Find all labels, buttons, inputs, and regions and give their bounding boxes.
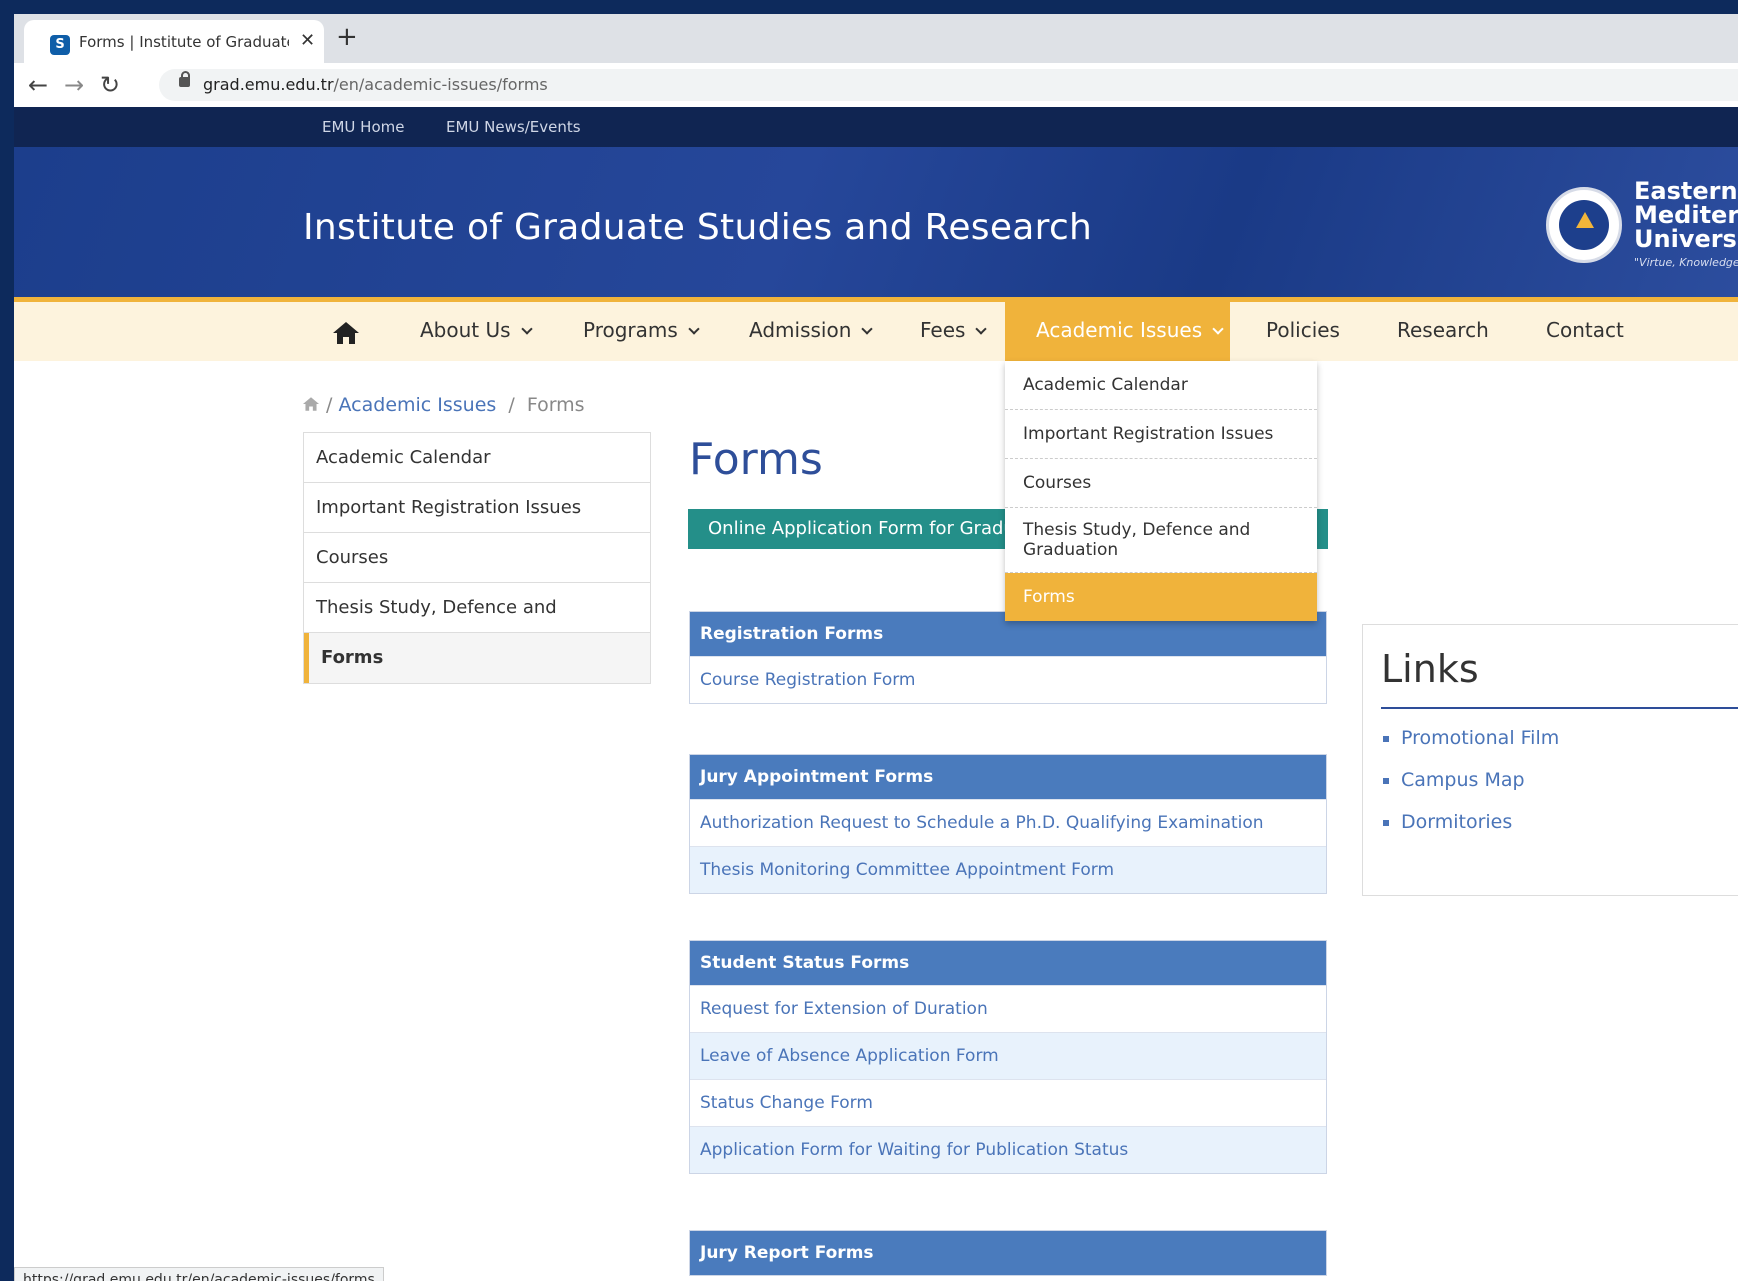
browser-window: S Forms | Institute of Graduate Stu ✕ + … bbox=[14, 14, 1738, 1281]
form-link[interactable]: Course Registration Form bbox=[690, 656, 1326, 703]
tab-strip: S Forms | Institute of Graduate Stu ✕ + bbox=[14, 14, 1738, 63]
emu-home-link[interactable]: EMU Home bbox=[322, 118, 404, 136]
site-banner: Institute of Graduate Studies and Resear… bbox=[14, 147, 1738, 297]
nav-about-us[interactable]: About Us bbox=[420, 302, 533, 361]
address-url[interactable]: grad.emu.edu.tr/en/academic-issues/forms bbox=[203, 75, 548, 94]
nav-fees[interactable]: Fees bbox=[920, 302, 988, 361]
breadcrumb-separator: / bbox=[508, 394, 515, 416]
dropdown-item-registration-issues[interactable]: Important Registration Issues bbox=[1005, 410, 1317, 459]
table-header: Jury Appointment Forms bbox=[690, 755, 1326, 799]
page-title: Forms bbox=[689, 434, 823, 485]
form-link[interactable]: Application Form for Waiting for Publica… bbox=[690, 1126, 1326, 1173]
url-path: /en/academic-issues/forms bbox=[333, 75, 548, 94]
nav-policies-label: Policies bbox=[1266, 318, 1340, 342]
site-title[interactable]: Institute of Graduate Studies and Resear… bbox=[303, 207, 1092, 248]
side-menu-item-courses[interactable]: Courses bbox=[304, 533, 650, 583]
nav-fees-label: Fees bbox=[920, 318, 966, 342]
chevron-down-icon bbox=[975, 323, 988, 335]
chevron-down-icon bbox=[1212, 323, 1224, 335]
nav-research-label: Research bbox=[1397, 318, 1489, 342]
nav-admission[interactable]: Admission bbox=[749, 302, 874, 361]
nav-policies[interactable]: Policies bbox=[1266, 302, 1340, 361]
breadcrumb-current: Forms bbox=[526, 394, 585, 416]
new-tab-button[interactable]: + bbox=[336, 22, 358, 52]
main-navigation: About Us Programs Admission Fees Academi… bbox=[14, 297, 1738, 361]
emu-news-link[interactable]: EMU News/Events bbox=[446, 118, 581, 136]
dropdown-item-thesis[interactable]: Thesis Study, Defence and Graduation bbox=[1005, 508, 1317, 573]
browser-toolbar: ← → ↻ grad.emu.edu.tr/en/academic-issues… bbox=[14, 63, 1738, 108]
registration-forms-table: Registration Forms Course Registration F… bbox=[689, 611, 1327, 704]
breadcrumb: / Academic Issues / Forms bbox=[302, 394, 585, 416]
student-status-forms-table: Student Status Forms Request for Extensi… bbox=[689, 940, 1327, 1174]
table-header: Jury Report Forms bbox=[690, 1231, 1326, 1275]
dropdown-item-academic-calendar[interactable]: Academic Calendar bbox=[1005, 361, 1317, 410]
links-list: Promotional Film Campus Map Dormitories bbox=[1383, 727, 1559, 853]
back-arrow-icon[interactable]: ← bbox=[28, 71, 48, 99]
jury-report-forms-table: Jury Report Forms bbox=[689, 1230, 1327, 1276]
link-campus-map[interactable]: Campus Map bbox=[1401, 769, 1559, 791]
nav-admission-label: Admission bbox=[749, 318, 852, 342]
nav-about-us-label: About Us bbox=[420, 318, 511, 342]
form-link[interactable]: Thesis Monitoring Committee Appointment … bbox=[690, 846, 1326, 893]
academic-issues-dropdown: Academic Calendar Important Registration… bbox=[1005, 361, 1317, 621]
nav-contact[interactable]: Contact bbox=[1546, 302, 1624, 361]
lock-icon bbox=[179, 71, 190, 87]
dropdown-item-courses[interactable]: Courses bbox=[1005, 459, 1317, 508]
address-bar[interactable]: grad.emu.edu.tr/en/academic-issues/forms bbox=[159, 69, 1738, 101]
nav-academic-issues-label: Academic Issues bbox=[1036, 318, 1203, 342]
side-menu-item-thesis[interactable]: Thesis Study, Defence and Graduation bbox=[304, 583, 650, 668]
logo-line1: Eastern bbox=[1634, 177, 1738, 205]
top-utility-nav: EMU Home EMU News/Events bbox=[14, 107, 1738, 147]
links-divider bbox=[1381, 707, 1738, 709]
side-menu: Academic Calendar Important Registration… bbox=[303, 432, 651, 684]
sharepoint-favicon-icon: S bbox=[50, 35, 70, 55]
forward-arrow-icon[interactable]: → bbox=[64, 71, 84, 99]
links-title: Links bbox=[1381, 647, 1479, 691]
nav-contact-label: Contact bbox=[1546, 318, 1624, 342]
home-icon[interactable] bbox=[332, 320, 360, 346]
breadcrumb-home-icon[interactable] bbox=[302, 396, 320, 412]
tab-title: Forms | Institute of Graduate Stu bbox=[79, 33, 289, 51]
side-menu-item-forms[interactable]: Forms bbox=[304, 633, 650, 683]
links-panel: Links Promotional Film Campus Map Dormit… bbox=[1362, 624, 1738, 896]
url-domain: grad.emu.edu.tr bbox=[203, 75, 334, 94]
logo-line3: Universit bbox=[1634, 225, 1738, 253]
link-dormitories[interactable]: Dormitories bbox=[1401, 811, 1559, 833]
breadcrumb-separator: / bbox=[326, 394, 333, 416]
seal-inner bbox=[1559, 200, 1609, 250]
table-header: Student Status Forms bbox=[690, 941, 1326, 985]
jury-appointment-forms-table: Jury Appointment Forms Authorization Req… bbox=[689, 754, 1327, 894]
form-link[interactable]: Status Change Form bbox=[690, 1079, 1326, 1126]
dropdown-item-forms[interactable]: Forms bbox=[1005, 573, 1317, 621]
nav-programs[interactable]: Programs bbox=[583, 302, 700, 361]
seal-triangle bbox=[1576, 212, 1594, 228]
chevron-down-icon bbox=[688, 323, 700, 335]
university-logo-text[interactable]: Eastern Mediterra Universit "Virtue, Kno… bbox=[1634, 179, 1738, 275]
university-seal-icon[interactable] bbox=[1546, 187, 1622, 263]
link-promotional-film[interactable]: Promotional Film bbox=[1401, 727, 1559, 749]
form-link[interactable]: Authorization Request to Schedule a Ph.D… bbox=[690, 799, 1326, 846]
form-link[interactable]: Request for Extension of Duration bbox=[690, 985, 1326, 1032]
reload-icon[interactable]: ↻ bbox=[100, 71, 120, 99]
nav-research[interactable]: Research bbox=[1397, 302, 1489, 361]
logo-line2: Mediterra bbox=[1634, 201, 1738, 229]
tab-close-icon[interactable]: ✕ bbox=[300, 30, 315, 51]
side-menu-item-registration-issues[interactable]: Important Registration Issues bbox=[304, 483, 650, 533]
nav-academic-issues[interactable]: Academic Issues bbox=[1005, 302, 1230, 361]
nav-programs-label: Programs bbox=[583, 318, 678, 342]
chevron-down-icon bbox=[520, 323, 533, 335]
side-menu-item-academic-calendar[interactable]: Academic Calendar bbox=[304, 433, 650, 483]
form-link[interactable]: Leave of Absence Application Form bbox=[690, 1032, 1326, 1079]
browser-tab[interactable]: S Forms | Institute of Graduate Stu ✕ bbox=[24, 20, 324, 63]
breadcrumb-academic-issues[interactable]: Academic Issues bbox=[339, 394, 497, 416]
logo-motto: "Virtue, Knowledge, bbox=[1634, 256, 1738, 269]
status-bar-url: https://grad.emu.edu.tr/en/academic-issu… bbox=[14, 1267, 384, 1281]
chevron-down-icon bbox=[861, 323, 874, 335]
